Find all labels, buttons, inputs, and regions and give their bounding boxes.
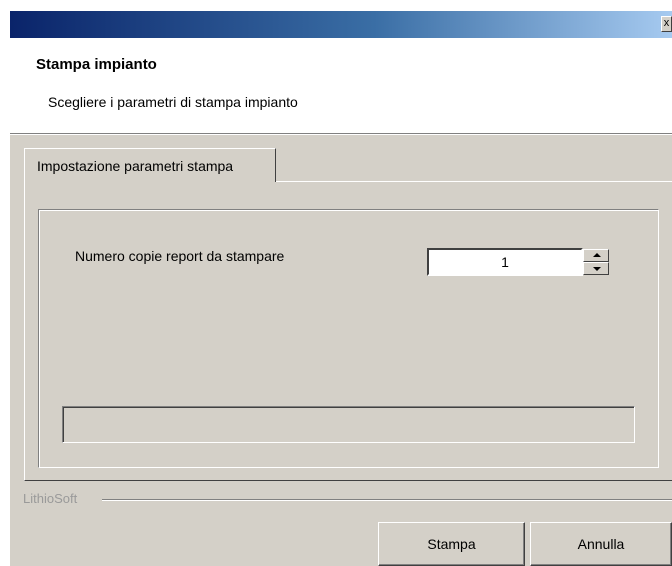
page-subtitle: Scegliere i parametri di stampa impianto [48, 94, 298, 110]
progress-bar [62, 406, 635, 443]
arrow-down-icon [593, 267, 601, 271]
close-icon[interactable]: x [661, 16, 672, 32]
page-title: Stampa impianto [36, 56, 157, 73]
copies-input[interactable]: 1 [427, 248, 583, 276]
brand-label: LithioSoft [23, 491, 78, 506]
copies-label: Numero copie report da stampare [75, 248, 285, 264]
print-button[interactable]: Stampa [378, 522, 525, 566]
stepper-buttons [583, 248, 611, 276]
wizard-header: Stampa impianto Scegliere i parametri di… [10, 38, 672, 133]
title-bar[interactable]: x [10, 11, 672, 38]
tab-print-settings[interactable]: Impostazione parametri stampa [24, 148, 276, 182]
cancel-button[interactable]: Annulla [530, 522, 672, 566]
stepper-up-button[interactable] [583, 249, 609, 262]
stepper-down-button[interactable] [583, 262, 609, 275]
footer-divider [102, 499, 672, 501]
arrow-up-icon [593, 253, 601, 257]
copies-stepper[interactable]: 1 [427, 248, 611, 276]
